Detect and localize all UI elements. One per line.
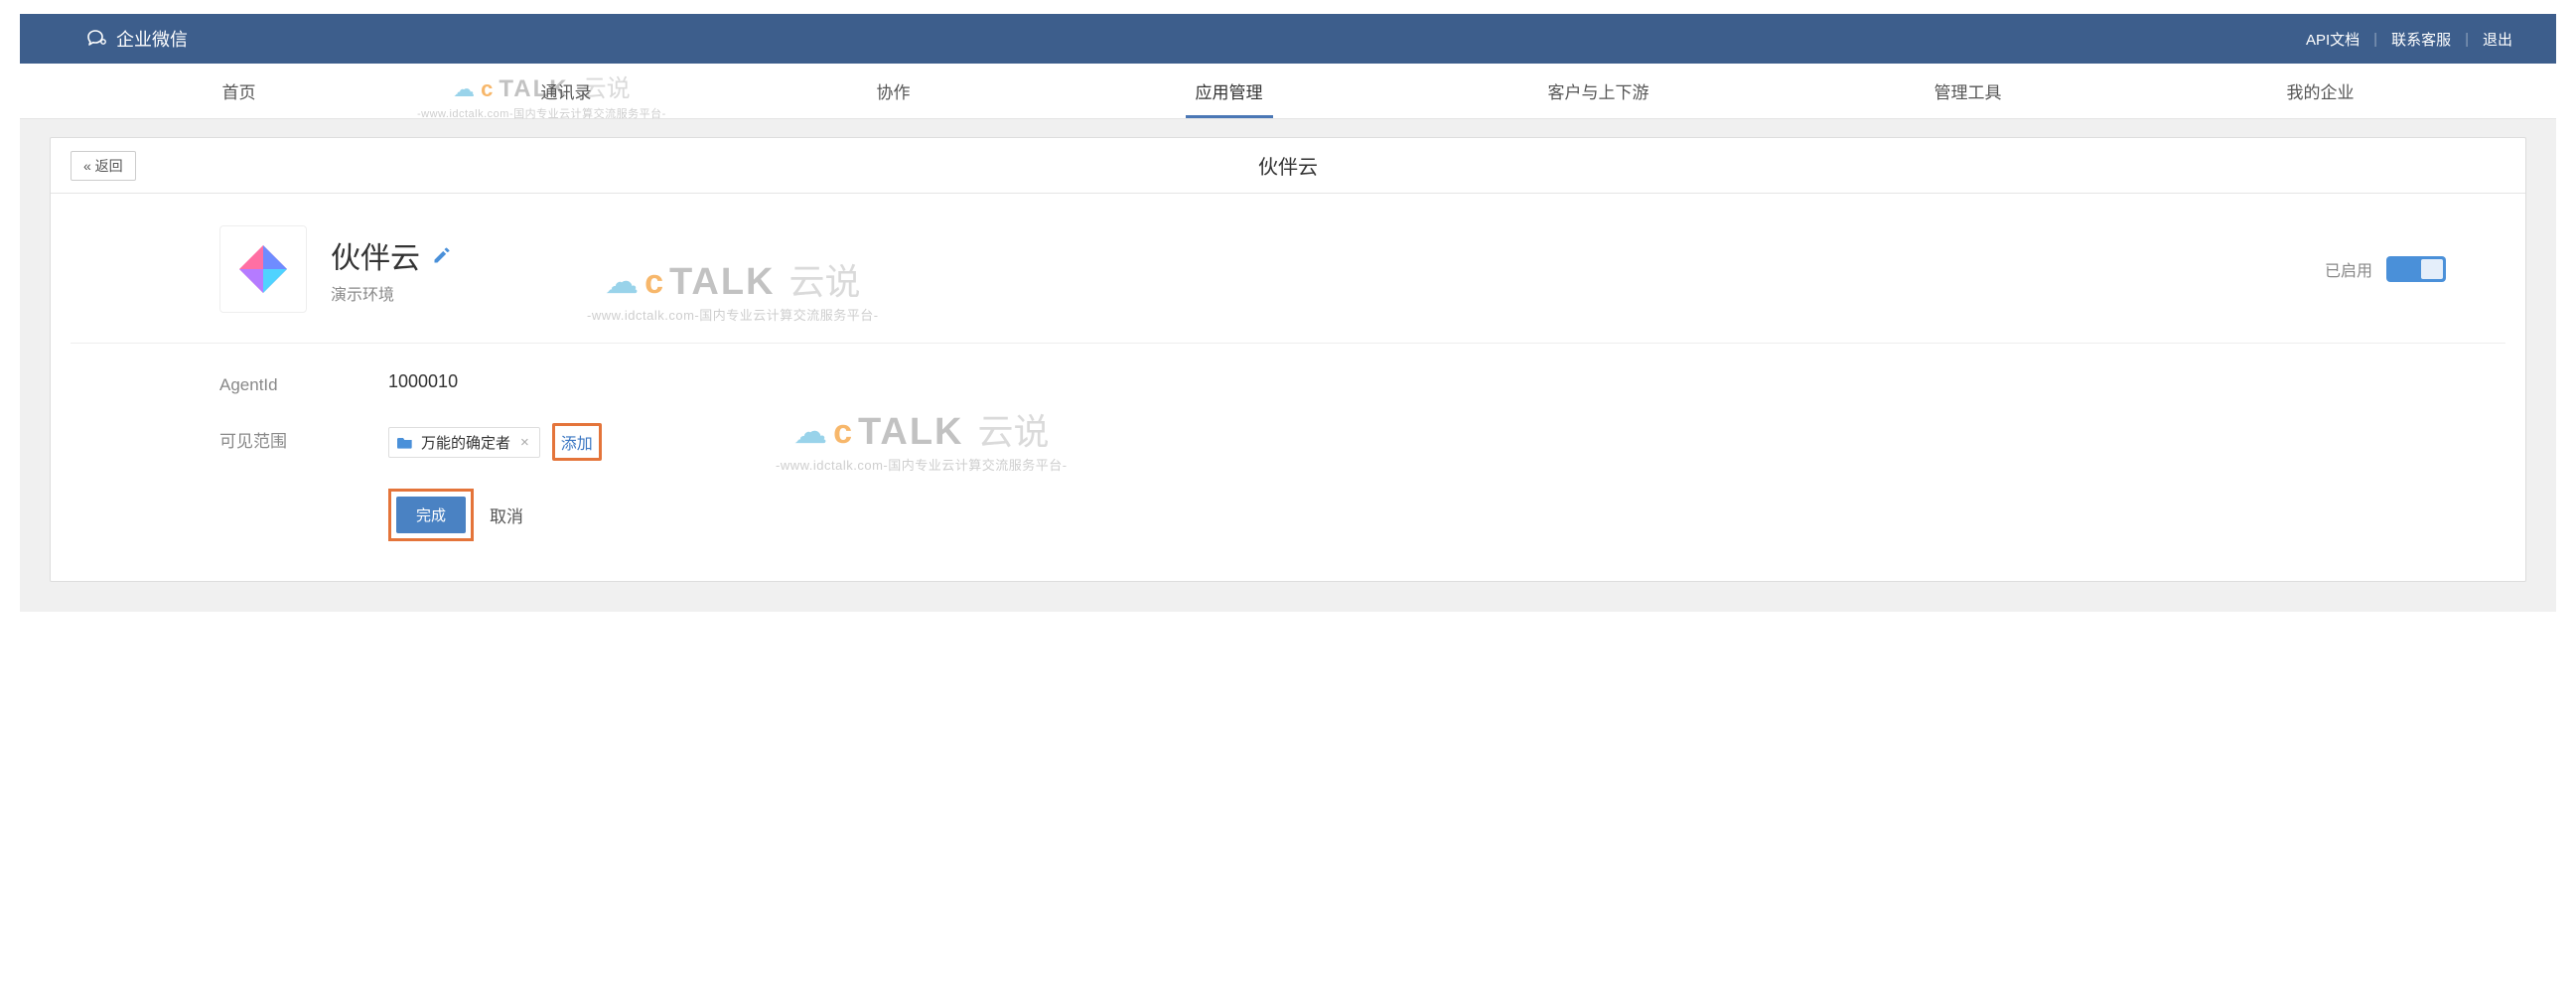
nav-customers[interactable]: 客户与上下游 [1538,65,1659,117]
done-highlight: 完成 [388,489,474,541]
back-button[interactable]: « 返回 [71,151,136,181]
page-area: « 返回 伙伴云 伙伴云 演示环境 [20,119,2556,612]
wecom-logo-icon [84,27,108,51]
top-bar: 企业微信 API文档 | 联系客服 | 退出 [20,14,2556,64]
panel-title: 伙伴云 [51,151,2525,180]
nav-app-management[interactable]: 应用管理 [1186,65,1273,117]
form-actions: 完成 取消 [51,489,2525,541]
app-subtitle: 演示环境 [331,281,452,305]
nav-my-company[interactable]: 我的企业 [2277,65,2364,117]
nav-admin-tools[interactable]: 管理工具 [1925,65,2012,117]
scope-label: 可见范围 [219,423,388,452]
watermark: ☁c TALK 云说 -www.idctalk.com-国内专业云计算交流服务平… [776,413,1068,474]
nav-collaboration[interactable]: 协作 [867,65,921,117]
folder-icon [397,435,413,449]
agent-id-label: AgentId [219,371,388,395]
app-logo [219,225,307,313]
app-summary: 伙伴云 演示环境 ☁c TALK 云说 -www.idctalk.com-国内专… [71,194,2505,344]
remove-tag-icon[interactable]: × [518,434,531,451]
app-status: 已启用 [2325,256,2486,282]
done-button[interactable]: 完成 [396,497,466,533]
agent-id-value: 1000010 [388,371,458,392]
watermark: ☁c TALK 云说 -www.idctalk.com-国内专业云计算交流服务平… [587,263,879,324]
app-meta: 伙伴云 演示环境 [331,233,452,305]
status-label: 已启用 [2325,257,2372,281]
nav-home[interactable]: 首页 [213,65,266,117]
top-links: API文档 | 联系客服 | 退出 [2292,29,2526,50]
brand: 企业微信 [84,26,188,52]
contact-support-link[interactable]: 联系客服 [2377,29,2465,50]
panel-header: « 返回 伙伴云 [51,138,2525,194]
enable-toggle[interactable] [2386,256,2446,282]
field-agent-id: AgentId 1000010 [219,371,2505,395]
fields: AgentId 1000010 可见范围 万能的确定者 × 添加 [51,344,2525,461]
app-detail-panel: « 返回 伙伴云 伙伴云 演示环境 [50,137,2526,582]
api-docs-link[interactable]: API文档 [2292,29,2373,50]
app-name: 伙伴云 [331,233,420,277]
main-nav: 首页 通讯录 协作 应用管理 客户与上下游 管理工具 我的企业 [20,64,2556,119]
add-scope-button[interactable]: 添加 [552,423,602,461]
brand-name: 企业微信 [116,26,188,52]
nav-contacts[interactable]: 通讯录 [531,65,602,117]
cancel-button[interactable]: 取消 [490,502,523,527]
logout-link[interactable]: 退出 [2469,29,2526,50]
field-scope: 可见范围 万能的确定者 × 添加 ☁c TALK [219,423,2505,461]
scope-tag: 万能的确定者 × [388,427,540,458]
edit-app-name-icon[interactable] [432,245,452,265]
scope-tag-text: 万能的确定者 [421,432,510,453]
